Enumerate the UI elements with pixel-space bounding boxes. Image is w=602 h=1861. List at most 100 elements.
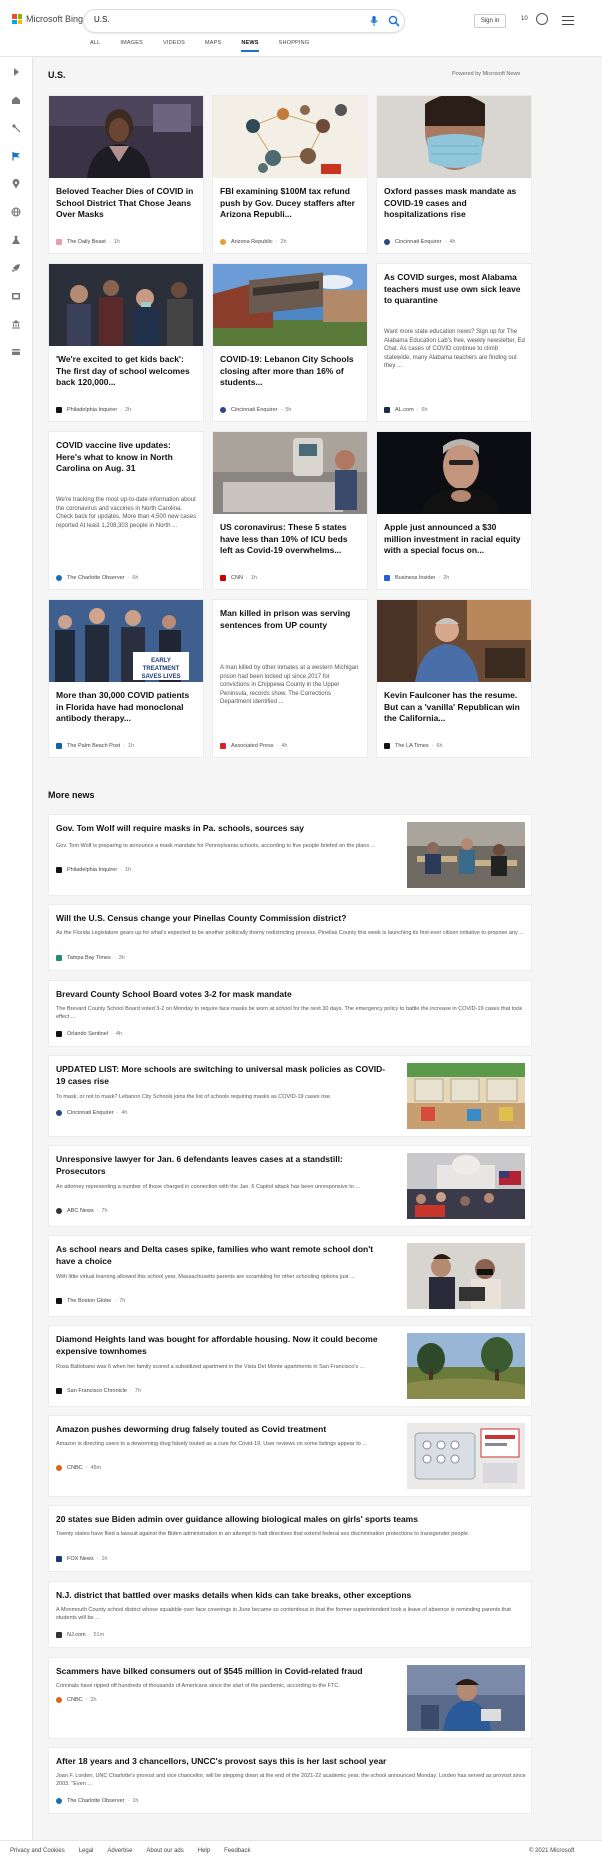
news-card[interactable]: US coronavirus: These 5 states have less… [212, 431, 368, 590]
news-card-title[interactable]: Man killed in prison was serving sentenc… [220, 608, 361, 631]
more-news-source[interactable]: The Boston Globe · 7h [56, 1298, 125, 1304]
news-card-source[interactable]: The LA Times · 6h [384, 743, 443, 749]
powered-by-label[interactable]: Powered by Microsoft News [452, 71, 520, 77]
rewards-trophy-icon[interactable] [536, 13, 548, 25]
news-card[interactable]: Apple just announced a $30 million inves… [376, 431, 532, 590]
sign-in-button[interactable]: Sign in [474, 14, 506, 28]
more-news-item[interactable]: Amazon pushes deworming drug falsely tou… [48, 1415, 532, 1497]
more-news-source[interactable]: San Francisco Chronicle · 7h [56, 1388, 141, 1394]
search-query[interactable]: U.S. [94, 15, 110, 24]
more-news-source[interactable]: NJ.com · 51m [56, 1632, 104, 1638]
more-news-thumbnail[interactable] [407, 1063, 525, 1129]
news-card[interactable]: Beloved Teacher Dies of COVID in School … [48, 95, 204, 254]
more-news-source[interactable]: Orlando Sentinel · 4h [56, 1031, 122, 1037]
news-card[interactable]: Man killed in prison was serving sentenc… [212, 599, 368, 758]
news-card-image[interactable] [377, 96, 531, 178]
flag-icon[interactable] [11, 151, 21, 161]
tab-news[interactable]: NEWS [241, 40, 259, 52]
footer-link-legal[interactable]: Legal [79, 1848, 94, 1854]
news-card-image[interactable] [377, 432, 531, 514]
more-news-title[interactable]: As school nears and Delta cases spike, f… [56, 1244, 386, 1267]
news-card-source[interactable]: Associated Press · 4h [220, 743, 287, 749]
news-card-image[interactable] [49, 264, 203, 346]
news-card-image[interactable] [49, 96, 203, 178]
news-card[interactable]: As COVID surges, most Alabama teachers m… [376, 263, 532, 422]
sports-icon[interactable] [11, 123, 21, 133]
news-card-source[interactable]: Business Insider · 2h [384, 575, 449, 581]
tab-maps[interactable]: MAPS [205, 40, 221, 52]
more-news-item[interactable]: UPDATED LIST: More schools are switching… [48, 1055, 532, 1137]
more-news-item[interactable]: Brevard County School Board votes 3-2 fo… [48, 980, 532, 1047]
hamburger-menu-icon[interactable] [562, 16, 574, 25]
news-card[interactable]: FBI examining $100M tax refund push by G… [212, 95, 368, 254]
more-news-item[interactable]: Unresponsive lawyer for Jan. 6 defendant… [48, 1145, 532, 1227]
news-card-source[interactable]: AL.com · 6h [384, 407, 428, 413]
news-card-image[interactable] [213, 264, 367, 346]
news-card-title[interactable]: Kevin Faulconer has the resume. But can … [384, 690, 525, 725]
more-news-source[interactable]: CNBC · 2h [56, 1697, 97, 1703]
news-card-source[interactable]: Cincinnati Enquirer · 5h [220, 407, 291, 413]
more-news-thumbnail[interactable] [407, 822, 525, 888]
news-card-source[interactable]: Arizona Republic · 2h [220, 239, 287, 245]
news-card-image[interactable] [213, 432, 367, 514]
more-news-item[interactable]: 20 states sue Biden admin over guidance … [48, 1505, 532, 1572]
more-news-thumbnail[interactable] [407, 1153, 525, 1219]
more-news-title[interactable]: Diamond Heights land was bought for affo… [56, 1334, 386, 1357]
more-news-title[interactable]: Gov. Tom Wolf will require masks in Pa. … [56, 823, 396, 835]
news-card-source[interactable]: The Palm Beach Post · 1h [56, 743, 134, 749]
news-card[interactable]: Oxford passes mask mandate as COVID-19 c… [376, 95, 532, 254]
footer-link-advertise[interactable]: Advertise [107, 1848, 132, 1854]
more-news-title[interactable]: N.J. district that battled over masks de… [56, 1590, 526, 1602]
more-news-thumbnail[interactable] [407, 1423, 525, 1489]
more-news-source[interactable]: Tampa Bay Times · 3h [56, 955, 125, 961]
news-card-title[interactable]: FBI examining $100M tax refund push by G… [220, 186, 361, 221]
news-card[interactable]: 'We're excited to get kids back': The fi… [48, 263, 204, 422]
news-card-title[interactable]: Apple just announced a $30 million inves… [384, 522, 525, 557]
search-input[interactable]: U.S. [84, 10, 404, 32]
more-news-item[interactable]: N.J. district that battled over masks de… [48, 1581, 532, 1648]
news-card-image[interactable]: EARLY TREATMENT SAVES LIVES [49, 600, 203, 682]
news-card-title[interactable]: Oxford passes mask mandate as COVID-19 c… [384, 186, 525, 221]
news-card-title[interactable]: More than 30,000 COVID patients in Flori… [56, 690, 197, 725]
more-news-item[interactable]: Will the U.S. Census change your Pinella… [48, 904, 532, 971]
location-icon[interactable] [11, 179, 21, 189]
more-news-source[interactable]: Cincinnati Enquirer · 4h [56, 1110, 127, 1116]
news-card-source[interactable]: Cincinnati Enquirer · 4h [384, 239, 455, 245]
more-news-title[interactable]: Amazon pushes deworming drug falsely tou… [56, 1424, 386, 1436]
news-card[interactable]: EARLY TREATMENT SAVES LIVES More than 30… [48, 599, 204, 758]
news-card-title[interactable]: US coronavirus: These 5 states have less… [220, 522, 361, 557]
more-news-item[interactable]: Gov. Tom Wolf will require masks in Pa. … [48, 814, 532, 896]
more-news-title[interactable]: After 18 years and 3 chancellors, UNCC's… [56, 1756, 526, 1768]
news-card[interactable]: COVID vaccine live updates: Here's what … [48, 431, 204, 590]
more-news-source[interactable]: CNBC · 48m [56, 1465, 101, 1471]
more-news-item[interactable]: Scammers have bilked consumers out of $5… [48, 1657, 532, 1739]
footer-link-about-ads[interactable]: About our ads [146, 1848, 183, 1854]
news-card-title[interactable]: COVID-19: Lebanon City Schools closing a… [220, 354, 361, 389]
money-icon[interactable] [11, 319, 21, 329]
tab-all[interactable]: ALL [90, 40, 100, 52]
entertainment-icon[interactable] [11, 291, 21, 301]
card-icon[interactable] [11, 347, 21, 357]
news-card-title[interactable]: Beloved Teacher Dies of COVID in School … [56, 186, 197, 221]
more-news-title[interactable]: Will the U.S. Census change your Pinella… [56, 913, 526, 925]
more-news-source[interactable]: Philadelphia Inquirer · 1h [56, 867, 131, 873]
news-card-source[interactable]: The Charlotte Observer · 6h [56, 575, 138, 581]
news-card[interactable]: COVID-19: Lebanon City Schools closing a… [212, 263, 368, 422]
news-card-source[interactable]: CNN · 1h [220, 575, 257, 581]
news-card[interactable]: Kevin Faulconer has the resume. But can … [376, 599, 532, 758]
news-card-image[interactable] [213, 96, 367, 178]
science-icon[interactable] [11, 235, 21, 245]
more-news-thumbnail[interactable] [407, 1243, 525, 1309]
microphone-icon[interactable] [368, 15, 380, 27]
more-news-title[interactable]: UPDATED LIST: More schools are switching… [56, 1064, 386, 1087]
more-news-source[interactable]: FOX News · 1h [56, 1556, 108, 1562]
news-card-title[interactable]: As COVID surges, most Alabama teachers m… [384, 272, 525, 307]
tab-shopping[interactable]: SHOPPING [279, 40, 310, 52]
footer-link-feedback[interactable]: Feedback [224, 1848, 250, 1854]
bing-logo[interactable]: Microsoft Bing [12, 14, 83, 24]
more-news-item[interactable]: After 18 years and 3 chancellors, UNCC's… [48, 1747, 532, 1814]
rewards-count[interactable]: 10 [521, 16, 528, 22]
news-card-title[interactable]: 'We're excited to get kids back': The fi… [56, 354, 197, 389]
more-news-title[interactable]: 20 states sue Biden admin over guidance … [56, 1514, 526, 1526]
rocket-icon[interactable] [11, 263, 21, 273]
